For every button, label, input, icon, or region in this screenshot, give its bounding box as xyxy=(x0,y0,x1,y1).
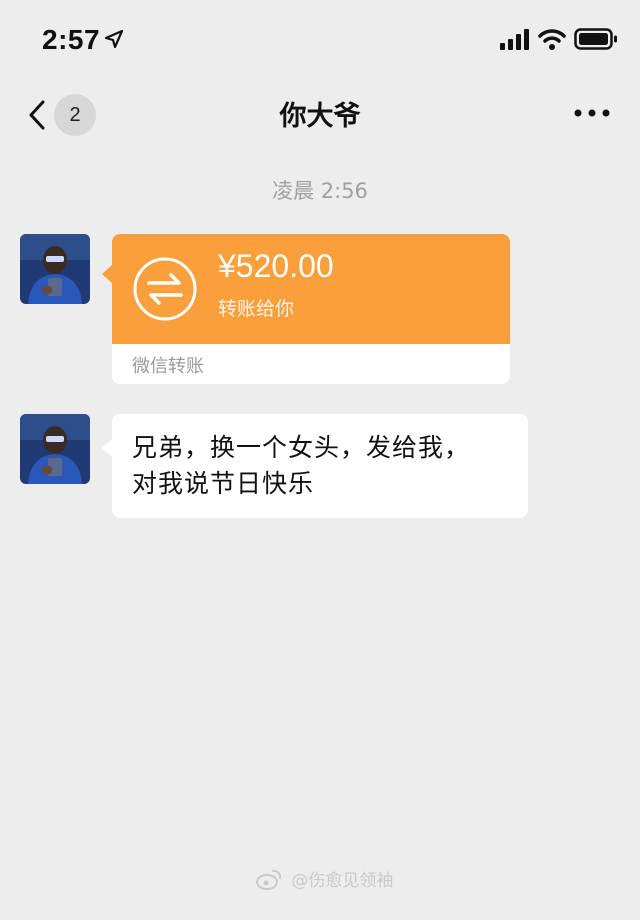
chat-title: 你大爷 xyxy=(279,101,361,132)
avatar[interactable] xyxy=(20,234,90,304)
weibo-logo-icon xyxy=(256,869,282,890)
bubble-tail xyxy=(102,438,113,458)
back-button[interactable]: 2 xyxy=(20,90,100,140)
transfer-amount: ¥520.00 xyxy=(218,248,334,284)
transfer-card-header: ¥520.00 转账给你 xyxy=(112,234,510,344)
wifi-icon xyxy=(538,29,566,50)
transfer-description: 转账给你 xyxy=(218,298,295,320)
more-dots-icon[interactable] xyxy=(570,98,614,128)
avatar[interactable] xyxy=(20,414,90,484)
transfer-footer-label: 微信转账 xyxy=(132,356,204,377)
status-bar: 2:57 xyxy=(0,0,640,80)
message-text: 兄弟，换一个女头，发给我， 对我说节日快乐 xyxy=(132,430,522,502)
chevron-left-icon xyxy=(29,100,45,130)
message-timestamp: 凌晨 2:56 xyxy=(272,179,368,203)
location-arrow-icon xyxy=(104,29,124,49)
nav-bar: 2 你大爷 xyxy=(0,80,640,150)
battery-icon xyxy=(574,28,617,50)
message-line: 兄弟，换一个女头，发给我， xyxy=(132,433,471,462)
watermark: @伤愈见领袖 xyxy=(256,866,393,894)
cellular-signal-icon xyxy=(500,29,529,50)
transfer-message-card[interactable]: ¥520.00 转账给你 微信转账 xyxy=(102,234,510,384)
unread-count-badge: 2 xyxy=(54,94,96,136)
text-message-bubble[interactable]: 兄弟，换一个女头，发给我， 对我说节日快乐 xyxy=(102,414,528,518)
watermark-text: @伤愈见领袖 xyxy=(291,871,394,891)
avatar-image xyxy=(20,234,90,304)
avatar-image xyxy=(20,414,90,484)
status-time: 2:57 xyxy=(42,24,101,55)
message-line: 对我说节日快乐 xyxy=(132,469,315,498)
transfer-arrows-icon xyxy=(133,257,197,321)
